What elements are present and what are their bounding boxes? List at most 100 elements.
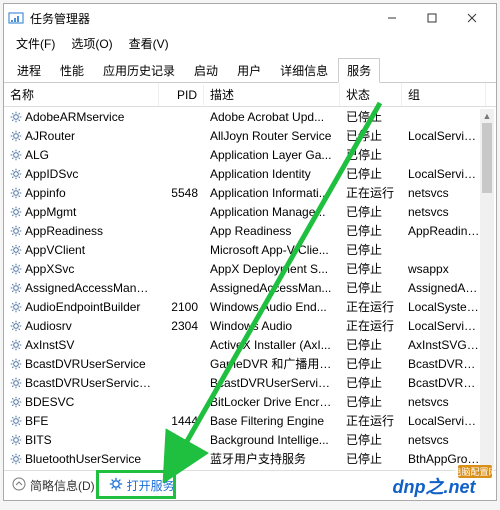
scroll-up-arrow[interactable]: ▲ xyxy=(480,109,494,123)
gear-icon xyxy=(10,225,22,237)
watermark: 电脑配置网 dnp之.net xyxy=(374,463,494,502)
table-row[interactable]: AppIDSvcApplication Identity已停止LocalServ… xyxy=(4,164,496,183)
cell-group: LocalSystem... xyxy=(402,299,486,315)
fewer-details-button[interactable]: 简略信息(D) xyxy=(12,477,95,494)
table-row[interactable]: Appinfo5548Application Informati...正在运行n… xyxy=(4,183,496,202)
services-gear-icon xyxy=(109,477,123,494)
table-row[interactable]: Audiosrv2304Windows Audio正在运行LocalServic… xyxy=(4,316,496,335)
cell-status: 已停止 xyxy=(340,335,402,354)
cell-group: LocalService... xyxy=(402,318,486,334)
scrollbar-thumb[interactable] xyxy=(482,123,492,193)
cell-name: AppMgmt xyxy=(4,204,159,220)
cell-name: AxInstSV xyxy=(4,337,159,353)
table-row[interactable]: AudioEndpointBuilder2100Windows Audio En… xyxy=(4,297,496,316)
watermark-text: dnp之.net xyxy=(393,477,477,497)
cell-desc: Windows Audio xyxy=(204,318,340,334)
minimize-button[interactable] xyxy=(372,5,412,31)
table-row[interactable]: AppXSvcAppX Deployment S...已停止wsappx xyxy=(4,259,496,278)
window-controls xyxy=(372,5,492,31)
cell-status: 已停止 xyxy=(340,221,402,240)
cell-group: AxInstSVGro... xyxy=(402,337,486,353)
menu-file[interactable]: 文件(F) xyxy=(10,33,61,54)
cell-group: wsappx xyxy=(402,261,486,277)
gear-icon xyxy=(10,130,22,142)
close-button[interactable] xyxy=(452,5,492,31)
tab-5[interactable]: 详细信息 xyxy=(271,58,337,83)
cell-status: 已停止 xyxy=(340,259,402,278)
cell-status: 已停止 xyxy=(340,164,402,183)
table-row[interactable]: ALGApplication Layer Ga...已停止 xyxy=(4,145,496,164)
gear-icon xyxy=(10,263,22,275)
col-header-group[interactable]: 组 xyxy=(402,83,486,106)
gear-icon xyxy=(10,434,22,446)
maximize-button[interactable] xyxy=(412,5,452,31)
cell-group: netsvcs xyxy=(402,432,486,448)
cell-pid xyxy=(159,173,204,175)
table-row[interactable]: BcastDVRUserService_3a...BcastDVRUserSer… xyxy=(4,373,496,392)
cell-name: AppXSvc xyxy=(4,261,159,277)
cell-pid xyxy=(159,439,204,441)
cell-desc: AssignedAccessMan... xyxy=(204,280,340,296)
cell-pid xyxy=(159,135,204,137)
cell-group: netsvcs xyxy=(402,204,486,220)
col-header-desc[interactable]: 描述 xyxy=(204,83,340,106)
cell-pid xyxy=(159,401,204,403)
table-row[interactable]: AJRouterAllJoyn Router Service已停止LocalSe… xyxy=(4,126,496,145)
cell-name: AudioEndpointBuilder xyxy=(4,299,159,315)
gear-icon xyxy=(10,187,22,199)
gear-icon xyxy=(10,301,22,313)
cell-desc: AllJoyn Router Service xyxy=(204,128,340,144)
cell-group: LocalService... xyxy=(402,128,486,144)
table-row[interactable]: BITSBackground Intellige...已停止netsvcs xyxy=(4,430,496,449)
cell-pid: 2304 xyxy=(159,318,204,334)
cell-name: BDESVC xyxy=(4,394,159,410)
menu-options[interactable]: 选项(O) xyxy=(65,33,118,54)
cell-status: 已停止 xyxy=(340,354,402,373)
cell-desc: BcastDVRUserService... xyxy=(204,375,340,391)
col-header-pid[interactable]: PID xyxy=(159,85,204,105)
table-row[interactable]: BcastDVRUserServiceGameDVR 和广播用户...已停止Bc… xyxy=(4,354,496,373)
cell-pid xyxy=(159,116,204,118)
window-title: 任务管理器 xyxy=(30,10,372,27)
chevron-up-circle-icon xyxy=(12,477,26,494)
cell-pid xyxy=(159,363,204,365)
cell-pid: 5548 xyxy=(159,185,204,201)
gear-icon xyxy=(10,282,22,294)
fewer-details-label: 简略信息(D) xyxy=(30,477,95,494)
cell-status: 已停止 xyxy=(340,430,402,449)
cell-desc: Application Layer Ga... xyxy=(204,147,340,163)
table-row[interactable]: AppVClientMicrosoft App-V Clie...已停止 xyxy=(4,240,496,259)
tab-6[interactable]: 服务 xyxy=(338,58,380,83)
table-row[interactable]: AppReadinessApp Readiness已停止AppReadiness xyxy=(4,221,496,240)
tab-1[interactable]: 性能 xyxy=(51,58,93,83)
col-header-name[interactable]: 名称 xyxy=(4,83,159,106)
cell-pid xyxy=(159,211,204,213)
cell-group: AssignedAcc... xyxy=(402,280,486,296)
cell-status: 已停止 xyxy=(340,145,402,164)
gear-icon xyxy=(10,111,22,123)
open-services-button[interactable]: 打开服务 xyxy=(109,477,175,494)
vertical-scrollbar[interactable]: ▲ ▼ xyxy=(480,109,494,470)
table-row[interactable]: AppMgmtApplication Manage...已停止netsvcs xyxy=(4,202,496,221)
tab-3[interactable]: 启动 xyxy=(185,58,227,83)
tab-4[interactable]: 用户 xyxy=(228,58,270,83)
table-row[interactable]: AdobeARMserviceAdobe Acrobat Upd...已停止 xyxy=(4,107,496,126)
table-row[interactable]: AxInstSVActiveX Installer (AxI...已停止AxIn… xyxy=(4,335,496,354)
watermark-sub: 电脑配置网 xyxy=(452,466,494,477)
tab-0[interactable]: 进程 xyxy=(8,58,50,83)
gear-icon xyxy=(10,453,22,465)
app-icon xyxy=(8,10,24,26)
tab-2[interactable]: 应用历史记录 xyxy=(94,58,184,83)
cell-group xyxy=(402,249,486,251)
cell-desc: Application Informati... xyxy=(204,185,340,201)
cell-status: 正在运行 xyxy=(340,316,402,335)
table-row[interactable]: BDESVCBitLocker Drive Encry...已停止netsvcs xyxy=(4,392,496,411)
menu-view[interactable]: 查看(V) xyxy=(123,33,175,54)
cell-desc: BluetoothUserService... xyxy=(204,470,340,471)
col-header-status[interactable]: 状态 xyxy=(340,83,402,106)
cell-pid xyxy=(159,344,204,346)
table-row[interactable]: BFE1444Base Filtering Engine正在运行LocalSer… xyxy=(4,411,496,430)
gear-icon xyxy=(10,377,22,389)
gear-icon xyxy=(10,206,22,218)
table-row[interactable]: AssignedAccessManager...AssignedAccessMa… xyxy=(4,278,496,297)
